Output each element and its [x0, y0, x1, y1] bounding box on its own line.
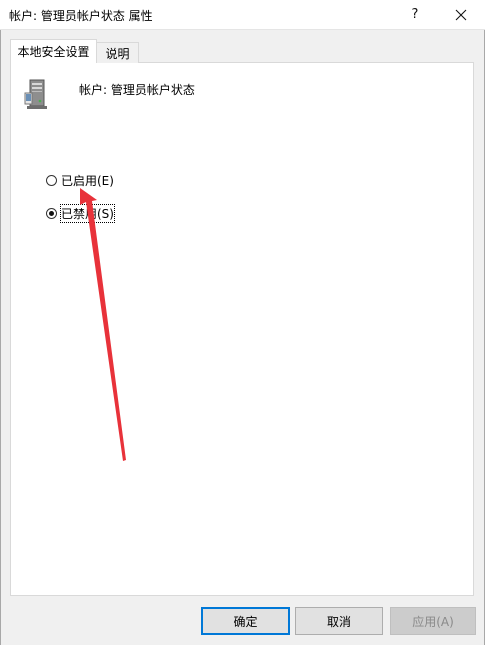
- tab-local-security-setting[interactable]: 本地安全设置: [10, 39, 97, 63]
- close-icon: [455, 9, 467, 20]
- title-bar: 帐户: 管理员帐户状态 属性 ?: [0, 0, 485, 30]
- computer-icon: [24, 79, 47, 109]
- cancel-button[interactable]: 取消: [295, 607, 383, 635]
- help-button[interactable]: ?: [396, 0, 434, 29]
- tab-explain[interactable]: 说明: [96, 42, 139, 63]
- radio-enabled-circle[interactable]: [46, 175, 57, 186]
- close-button[interactable]: [440, 0, 482, 29]
- policy-heading: 帐户: 管理员帐户状态: [79, 83, 195, 97]
- radio-enabled-label[interactable]: 已启用(E): [61, 172, 114, 189]
- ok-button[interactable]: 确定: [201, 607, 290, 635]
- radio-enabled[interactable]: 已启用(E): [46, 172, 114, 189]
- tab-panel: [10, 62, 474, 596]
- window-left-border: [0, 30, 1, 645]
- window-title: 帐户: 管理员帐户状态 属性: [9, 9, 153, 23]
- apply-button[interactable]: 应用(A): [390, 607, 476, 635]
- radio-disabled-label[interactable]: 已禁用(S): [60, 204, 115, 223]
- radio-disabled-circle[interactable]: [46, 208, 57, 219]
- radio-disabled[interactable]: 已禁用(S): [46, 204, 115, 223]
